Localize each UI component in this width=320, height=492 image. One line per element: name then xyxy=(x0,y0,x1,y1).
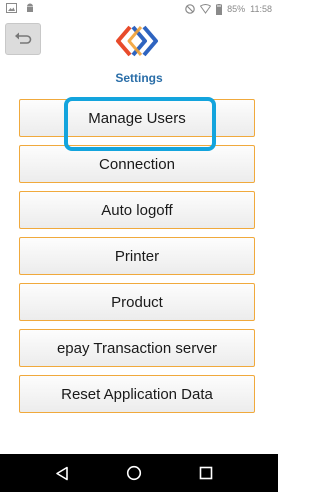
navigation-bar xyxy=(0,454,278,492)
epay-transaction-server-button[interactable]: epay Transaction server xyxy=(19,329,255,367)
reset-application-data-button[interactable]: Reset Application Data xyxy=(19,375,255,413)
manage-users-button[interactable]: Manage Users xyxy=(19,99,255,137)
back-arrow-icon xyxy=(14,30,32,49)
nav-home-icon[interactable] xyxy=(124,463,144,483)
back-button[interactable] xyxy=(5,23,41,55)
auto-logoff-button[interactable]: Auto logoff xyxy=(19,191,255,229)
image-icon xyxy=(6,3,17,14)
app-logo xyxy=(113,22,161,60)
page-title: Settings xyxy=(115,71,163,85)
printer-button[interactable]: Printer xyxy=(19,237,255,275)
status-time: 11:58 xyxy=(250,4,272,14)
battery-percent: 85% xyxy=(227,4,246,14)
battery-icon xyxy=(216,3,223,15)
nav-recents-icon[interactable] xyxy=(196,463,216,483)
dnd-icon xyxy=(185,4,195,14)
nav-back-icon[interactable] xyxy=(52,463,72,483)
android-icon xyxy=(25,3,35,14)
connection-button[interactable]: Connection xyxy=(19,145,255,183)
wifi-icon xyxy=(200,4,212,14)
status-bar: 85% 11:58 xyxy=(0,0,278,19)
product-button[interactable]: Product xyxy=(19,283,255,321)
